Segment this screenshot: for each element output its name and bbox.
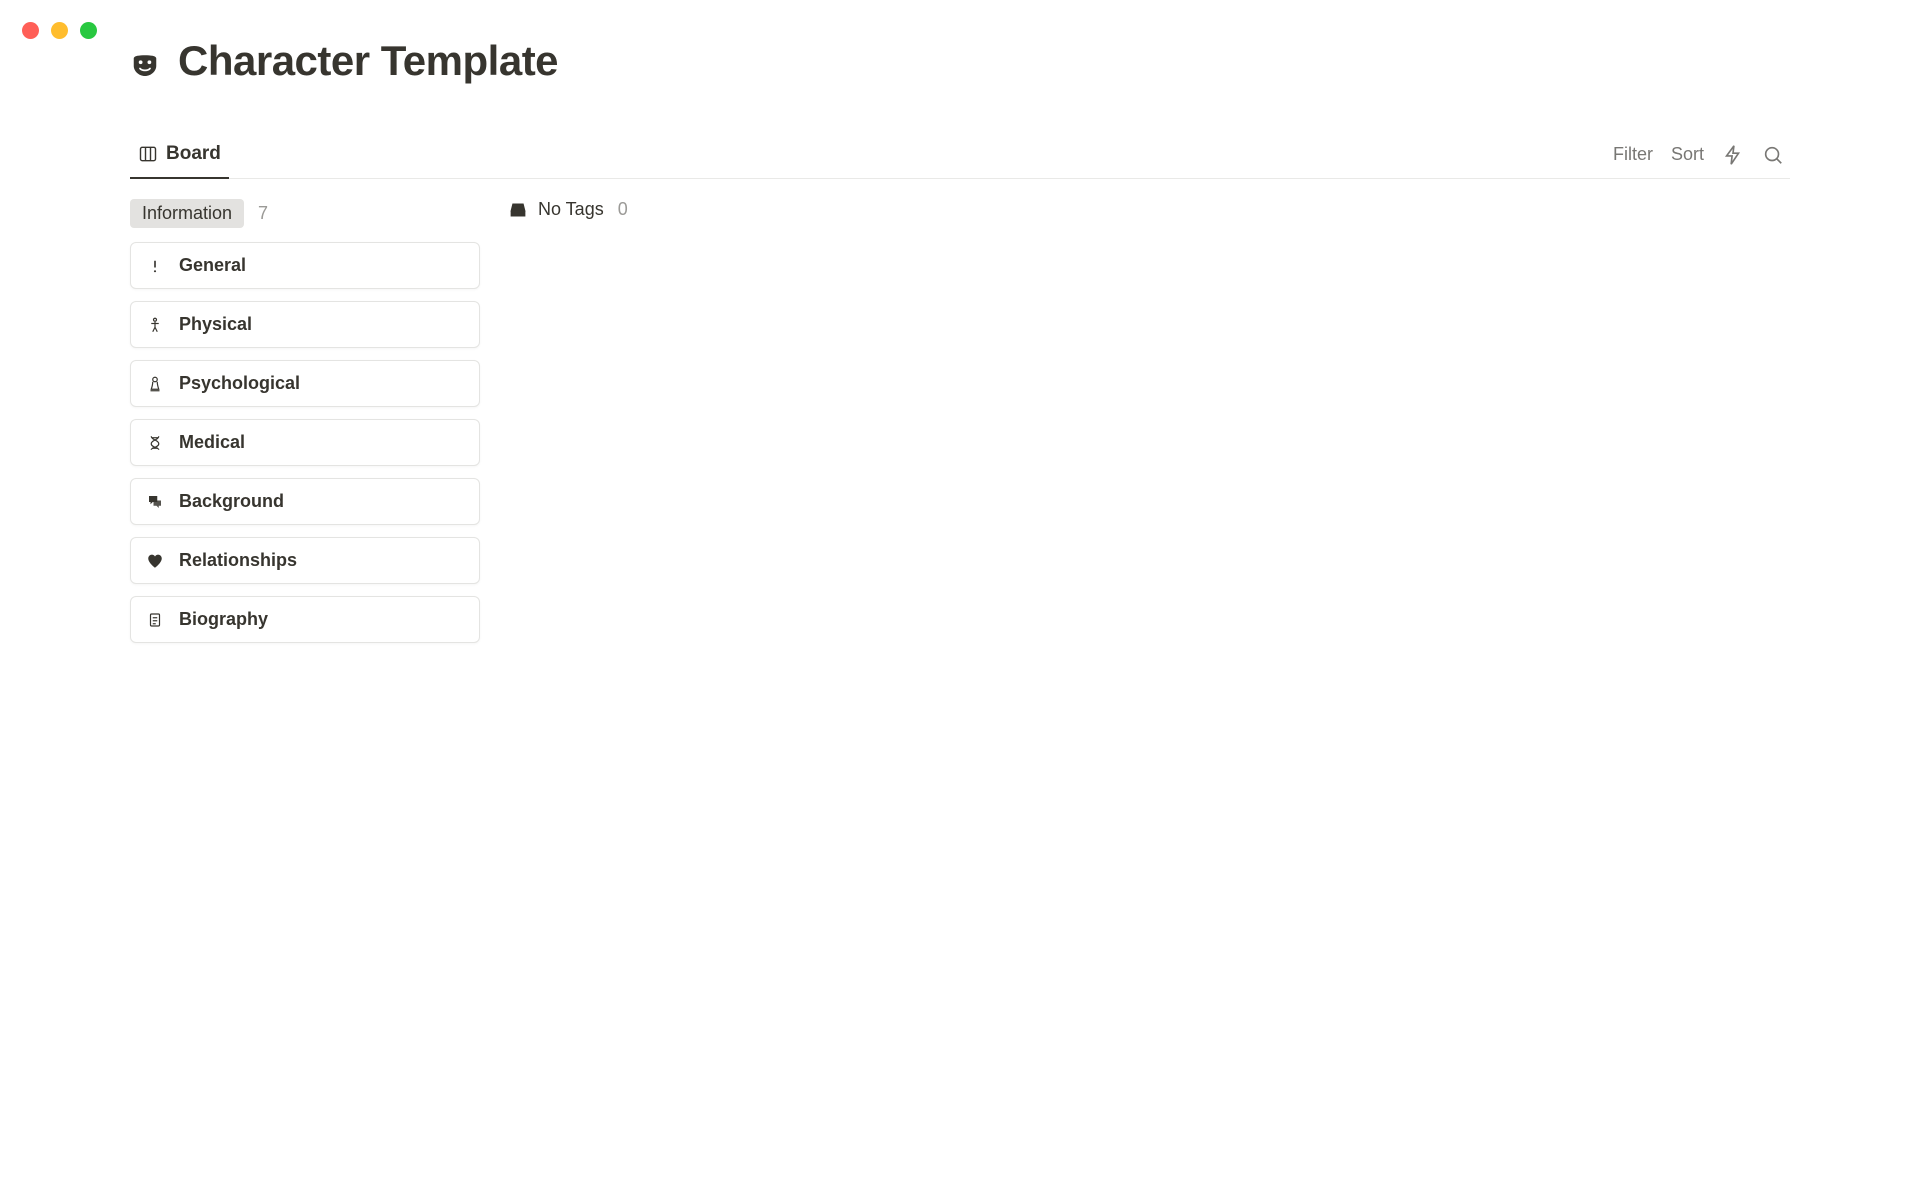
card-general[interactable]: General — [130, 242, 480, 289]
card-relationships[interactable]: Relationships — [130, 537, 480, 584]
card-background[interactable]: Background — [130, 478, 480, 525]
tab-board[interactable]: Board — [130, 132, 229, 179]
filter-button[interactable]: Filter — [1613, 144, 1653, 165]
heart-icon — [145, 551, 165, 571]
card-biography[interactable]: Biography — [130, 596, 480, 643]
search-icon — [1762, 144, 1784, 166]
page-header: Character Template — [130, 53, 1790, 101]
view-toolbar: Board Filter Sort — [130, 131, 1790, 179]
card-label: Biography — [179, 609, 268, 630]
chess-pawn-icon — [145, 374, 165, 394]
chat-comments-icon — [145, 492, 165, 512]
sort-button[interactable]: Sort — [1671, 144, 1704, 165]
card-label: Psychological — [179, 373, 300, 394]
search-button[interactable] — [1762, 144, 1784, 166]
card-psychological[interactable]: Psychological — [130, 360, 480, 407]
page-title[interactable]: Character Template — [178, 37, 558, 85]
column-tag-information: Information — [130, 199, 244, 228]
column-information: Information 7 General — [130, 199, 480, 655]
inbox-icon — [508, 200, 528, 220]
exclamation-icon — [145, 256, 165, 276]
card-label: Relationships — [179, 550, 297, 571]
card-label: Background — [179, 491, 284, 512]
column-count-information: 7 — [258, 203, 268, 224]
card-label: Physical — [179, 314, 252, 335]
page-icon-masks[interactable] — [130, 51, 160, 87]
board-icon — [138, 144, 158, 164]
window-maximize-button[interactable] — [80, 22, 97, 39]
automations-button[interactable] — [1722, 144, 1744, 166]
dna-icon — [145, 433, 165, 453]
lightning-icon — [1722, 144, 1744, 166]
notepad-icon — [145, 610, 165, 630]
card-medical[interactable]: Medical — [130, 419, 480, 466]
column-label-no-tags: No Tags — [538, 199, 604, 220]
window-minimize-button[interactable] — [51, 22, 68, 39]
tab-board-label: Board — [166, 143, 221, 165]
person-standing-icon — [145, 315, 165, 335]
column-count-no-tags: 0 — [618, 199, 628, 220]
board-area: Information 7 General — [130, 199, 1790, 655]
window-close-button[interactable] — [22, 22, 39, 39]
column-header-information[interactable]: Information 7 — [130, 199, 480, 228]
card-label: General — [179, 255, 246, 276]
card-physical[interactable]: Physical — [130, 301, 480, 348]
column-no-tags: No Tags 0 — [508, 199, 858, 234]
column-header-no-tags[interactable]: No Tags 0 — [508, 199, 858, 220]
card-label: Medical — [179, 432, 245, 453]
